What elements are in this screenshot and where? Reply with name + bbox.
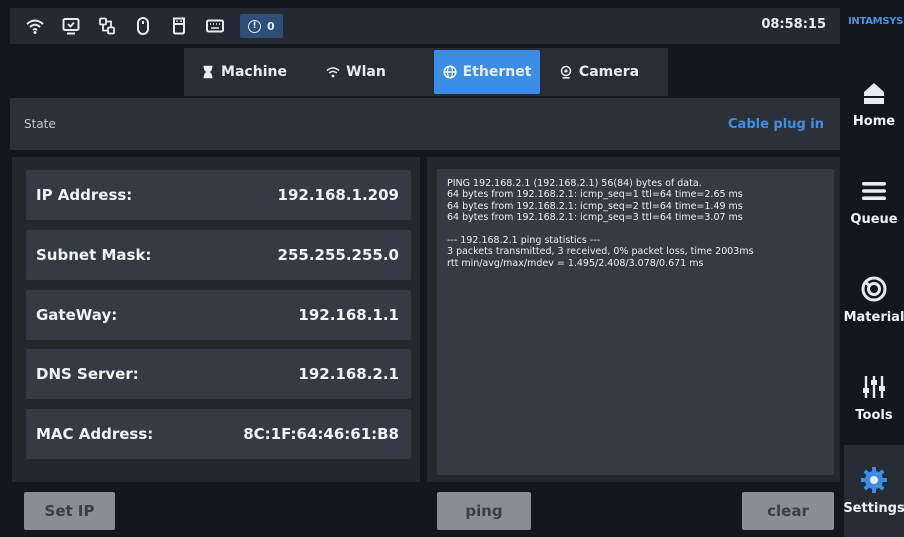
ping-console[interactable]: PING 192.168.2.1 (192.168.2.1) 56(84) by… — [437, 169, 834, 475]
subnet-mask-value: 255.255.255.0 — [277, 246, 399, 264]
gateway-value: 192.168.1.1 — [298, 306, 399, 324]
side-nav: Home Queue Material Tools Settings — [843, 50, 904, 537]
camera-icon — [560, 65, 572, 79]
nav-material[interactable]: Material — [844, 254, 904, 346]
dns-server-row: DNS Server: 192.168.2.1 — [26, 349, 411, 399]
tab-wlan[interactable]: Wlan — [304, 50, 408, 94]
nav-settings-label: Settings — [843, 501, 904, 516]
tab-camera[interactable]: Camera — [544, 50, 654, 94]
ip-address-row: IP Address: 192.168.1.209 — [26, 170, 411, 220]
gear-icon — [859, 465, 889, 495]
console-line: --- 192.168.2.1 ping statistics --- — [447, 234, 601, 246]
spool-icon — [859, 274, 889, 304]
nav-material-label: Material — [843, 310, 904, 325]
dns-server-label: DNS Server: — [36, 365, 139, 383]
globe-icon — [443, 65, 457, 79]
tab-bar: Machine Wlan Ethernet Camera — [184, 48, 668, 96]
state-bar: State Cable plug in — [10, 98, 840, 150]
tab-ethernet-label: Ethernet — [462, 64, 532, 80]
nav-home-label: Home — [852, 114, 896, 129]
usb-storage-icon[interactable] — [168, 15, 190, 37]
console-line: 64 bytes from 192.168.2.1: icmp_seq=3 tt… — [447, 212, 743, 224]
console-line: 64 bytes from 192.168.2.1: icmp_seq=1 tt… — [447, 189, 743, 201]
monitor-icon[interactable] — [60, 15, 82, 37]
ip-address-value: 192.168.1.209 — [277, 186, 399, 204]
tab-camera-label: Camera — [578, 64, 640, 80]
nav-queue[interactable]: Queue — [844, 156, 904, 248]
brand-logo: INTAMSYS — [848, 16, 904, 27]
state-label: State — [24, 117, 56, 131]
set-ip-button[interactable]: Set IP — [24, 492, 115, 530]
tab-machine[interactable]: Machine — [184, 50, 304, 94]
alert-count: 0 — [267, 19, 275, 33]
gateway-row: GateWay: 192.168.1.1 — [26, 290, 411, 340]
nav-settings[interactable]: Settings — [843, 445, 904, 537]
nav-tools-label: Tools — [855, 408, 893, 423]
menu-icon — [859, 176, 889, 206]
console-line: rtt min/avg/max/mdev = 1.495/2.408/3.078… — [447, 257, 704, 269]
mouse-icon[interactable] — [132, 15, 154, 37]
subnet-mask-row: Subnet Mask: 255.255.255.0 — [26, 230, 411, 280]
state-value: Cable plug in — [728, 116, 824, 132]
ping-button[interactable]: ping — [437, 492, 531, 530]
nav-home[interactable]: Home — [844, 58, 904, 150]
nav-queue-label: Queue — [850, 212, 898, 227]
wifi-icon — [326, 67, 340, 78]
console-line: 3 packets transmitted, 3 received, 0% pa… — [447, 246, 754, 258]
console-line: PING 192.168.2.1 (192.168.2.1) 56(84) by… — [447, 178, 702, 189]
tab-wlan-label: Wlan — [346, 64, 386, 80]
console-line: 64 bytes from 192.168.2.1: icmp_seq=2 tt… — [447, 200, 743, 212]
alert-badge[interactable]: ! 0 — [240, 14, 283, 38]
hourglass-icon — [203, 65, 213, 79]
sliders-icon — [859, 372, 889, 402]
ip-address-label: IP Address: — [36, 186, 133, 204]
ping-output-panel: PING 192.168.2.1 (192.168.2.1) 56(84) by… — [427, 157, 840, 482]
wifi-icon[interactable] — [24, 15, 46, 37]
mac-address-label: MAC Address: — [36, 425, 154, 443]
nav-tools[interactable]: Tools — [844, 352, 904, 444]
mac-address-value: 8C:1F:64:46:61:B8 — [243, 425, 399, 443]
keyboard-icon[interactable] — [204, 15, 226, 37]
home-icon — [859, 78, 889, 108]
network-info-panel: IP Address: 192.168.1.209 Subnet Mask: 2… — [12, 157, 420, 482]
dns-server-value: 192.168.2.1 — [298, 365, 399, 383]
clear-button[interactable]: clear — [742, 492, 834, 530]
tab-ethernet[interactable]: Ethernet — [434, 50, 540, 94]
gateway-label: GateWay: — [36, 306, 118, 324]
alert-circle-icon: ! — [248, 19, 261, 33]
network-icon[interactable] — [96, 15, 118, 37]
tab-machine-label: Machine — [221, 64, 287, 80]
status-bar: ! 0 08:58:15 — [10, 8, 840, 44]
mac-address-row: MAC Address: 8C:1F:64:46:61:B8 — [26, 409, 411, 459]
clock: 08:58:15 — [761, 17, 826, 32]
subnet-mask-label: Subnet Mask: — [36, 246, 152, 264]
